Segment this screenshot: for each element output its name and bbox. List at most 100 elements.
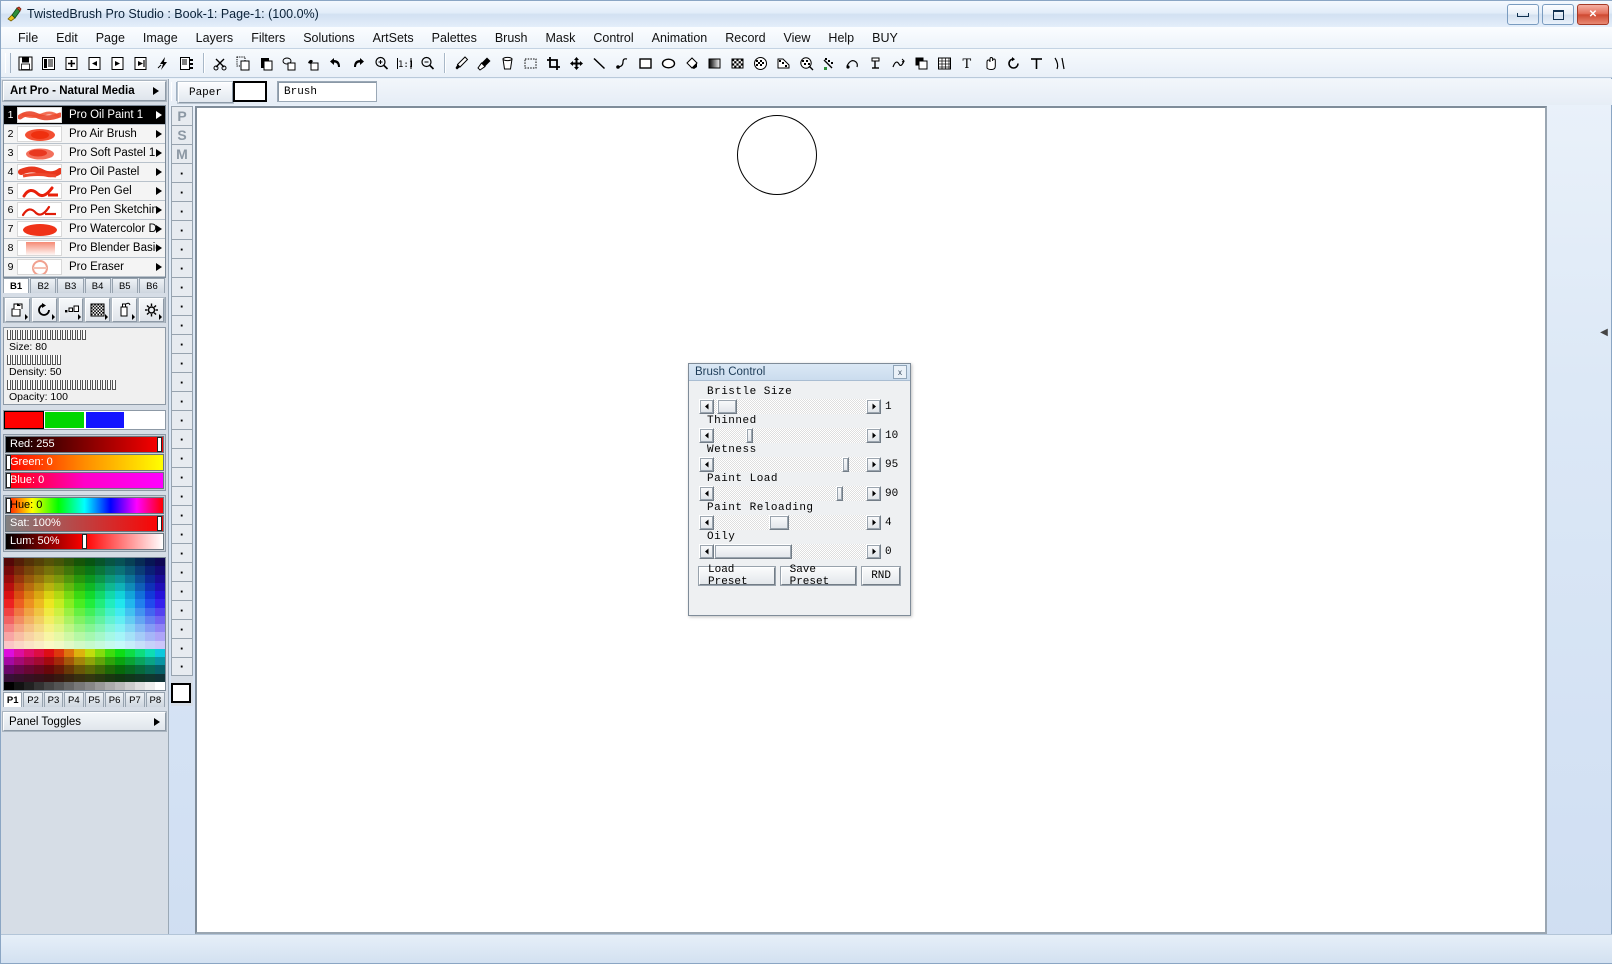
undo-icon[interactable] (325, 53, 346, 74)
mask-smear-icon[interactable] (842, 53, 863, 74)
palette-cell[interactable] (34, 566, 45, 575)
palette-cell[interactable] (124, 648, 135, 657)
palette-cell[interactable] (94, 574, 105, 583)
palette-cell[interactable] (154, 665, 165, 674)
palette-cell[interactable] (84, 615, 95, 624)
palette-cell[interactable] (94, 681, 105, 690)
palette-cell[interactable] (114, 673, 125, 682)
palette-cell[interactable] (74, 607, 85, 616)
palette-cell[interactable] (154, 607, 165, 616)
palette-cell[interactable] (34, 591, 45, 600)
palette-cell[interactable] (54, 665, 65, 674)
vstrip-toggle-m[interactable]: M (171, 144, 193, 163)
brush-tab-b6[interactable]: B6 (138, 278, 166, 293)
palette-cell[interactable] (124, 615, 135, 624)
palette-cell[interactable] (14, 566, 25, 575)
menu-item-animation[interactable]: Animation (643, 29, 717, 47)
palette-cell[interactable] (84, 665, 95, 674)
minimize-button[interactable] (1507, 4, 1539, 25)
palette-cell[interactable] (14, 657, 25, 666)
spray-icon[interactable] (112, 298, 138, 322)
palette-cell[interactable] (74, 591, 85, 600)
palette-cell[interactable] (54, 640, 65, 649)
ellipse-icon[interactable] (658, 53, 679, 74)
slider-track-bristle-size[interactable] (699, 399, 881, 414)
vstrip-toggle-dot-18[interactable]: · (171, 448, 193, 467)
vstrip-toggle-p[interactable]: P (171, 106, 193, 125)
paper-swatch[interactable] (233, 81, 267, 102)
palette-cell[interactable] (104, 566, 115, 575)
palette-cell[interactable] (94, 558, 105, 567)
palette-cell[interactable] (64, 632, 75, 641)
brush-name-field[interactable]: Brush (277, 81, 377, 102)
palette-cell[interactable] (64, 673, 75, 682)
palette-cell[interactable] (144, 648, 155, 657)
palette-cell[interactable] (74, 632, 85, 641)
palette-cell[interactable] (54, 574, 65, 583)
palette-cell[interactable] (74, 599, 85, 608)
palette-cell[interactable] (84, 566, 95, 575)
slider-track-wetness[interactable] (699, 457, 881, 472)
palette-cell[interactable] (4, 599, 15, 608)
brush-list-item[interactable]: 6 Pro Pen Sketching (4, 201, 165, 220)
palette-cell[interactable] (14, 673, 25, 682)
palette-cell[interactable] (104, 574, 115, 583)
vstrip-toggle-dot-25[interactable]: · (171, 581, 193, 600)
palette-cell[interactable] (134, 624, 145, 633)
palette-cell[interactable] (114, 665, 125, 674)
palette-cell[interactable] (104, 615, 115, 624)
channel-slider-sat[interactable]: Sat: 100% (5, 515, 164, 532)
move-icon[interactable] (566, 53, 587, 74)
vstrip-toggle-dot-7[interactable]: · (171, 239, 193, 258)
palette-cell[interactable] (74, 574, 85, 583)
path-icon[interactable] (1049, 53, 1070, 74)
vstrip-toggle-dot-26[interactable]: · (171, 600, 193, 619)
palette-cell[interactable] (84, 657, 95, 666)
palette-cell[interactable] (134, 640, 145, 649)
palette-cell[interactable] (44, 591, 55, 600)
settings-gear-icon[interactable] (139, 298, 164, 322)
vstrip-toggle-dot-29[interactable]: · (171, 657, 193, 676)
brush-tab-b4[interactable]: B4 (84, 278, 111, 293)
palette-cell[interactable] (94, 632, 105, 641)
palette-cell[interactable] (134, 599, 145, 608)
palette-cell[interactable] (114, 558, 125, 567)
menu-item-solutions[interactable]: Solutions (294, 29, 363, 47)
palette-cell[interactable] (114, 648, 125, 657)
palette-cell[interactable] (114, 566, 125, 575)
palette-cell[interactable] (14, 574, 25, 583)
palette-cell[interactable] (84, 599, 95, 608)
palette-cell[interactable] (104, 665, 115, 674)
palette-cell[interactable] (14, 640, 25, 649)
lightning-icon[interactable] (153, 53, 174, 74)
palette-cell[interactable] (154, 673, 165, 682)
palette-cell[interactable] (104, 591, 115, 600)
palette-cell[interactable] (44, 632, 55, 641)
brush-list-item[interactable]: 8 Pro Blender Basic (4, 239, 165, 258)
palette-cell[interactable] (134, 591, 145, 600)
palette-cell[interactable] (64, 640, 75, 649)
palette-cell[interactable] (74, 615, 85, 624)
palette-cell[interactable] (84, 607, 95, 616)
brush-list-item[interactable]: 5 Pro Pen Gel (4, 182, 165, 201)
brush-list-item[interactable]: 3 Pro Soft Pastel 1 (4, 144, 165, 163)
palette-cell[interactable] (4, 648, 15, 657)
palette-cell[interactable] (94, 599, 105, 608)
palette-cell[interactable] (24, 607, 35, 616)
palette-cell[interactable] (124, 566, 135, 575)
eyedropper-icon[interactable] (474, 53, 495, 74)
palette-cell[interactable] (84, 591, 95, 600)
rectangle-icon[interactable] (635, 53, 656, 74)
paste-special-icon[interactable] (279, 53, 300, 74)
palette-cell[interactable] (64, 648, 75, 657)
page-prev-icon[interactable] (84, 53, 105, 74)
palette-cell[interactable] (4, 558, 15, 567)
vstrip-color-swatch[interactable] (171, 683, 191, 703)
palette-cell[interactable] (154, 648, 165, 657)
line-icon[interactable] (589, 53, 610, 74)
fill-icon[interactable] (681, 53, 702, 74)
palette-cell[interactable] (154, 599, 165, 608)
panel-toggles-button[interactable]: Panel Toggles (3, 712, 166, 731)
slider-left-arrow-icon[interactable] (699, 457, 714, 472)
vstrip-toggle-dot-5[interactable]: · (171, 201, 193, 220)
